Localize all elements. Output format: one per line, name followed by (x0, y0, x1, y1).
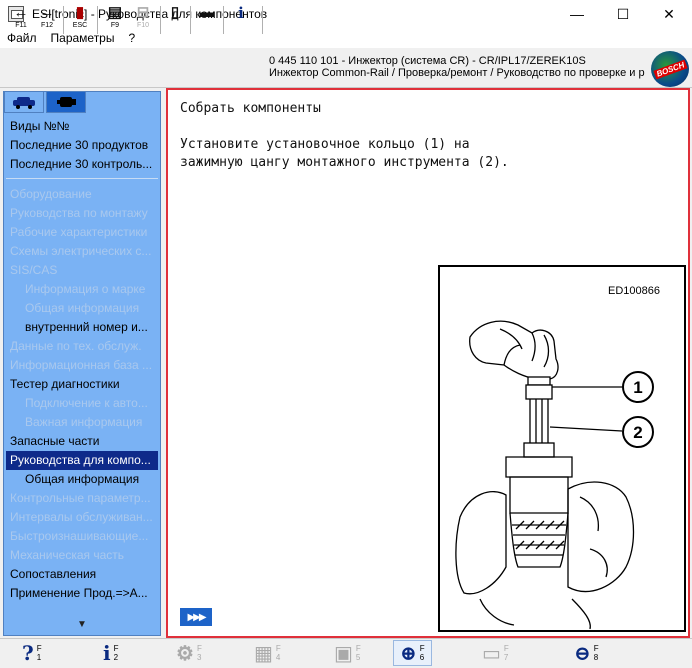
forward-button[interactable]: → F12 (36, 4, 58, 36)
sidebar-tabs (4, 91, 86, 113)
sidebar-item[interactable]: SIS/CAS (6, 261, 158, 280)
close-button[interactable]: ✕ (646, 0, 692, 28)
back-button[interactable]: ← F11 (10, 4, 32, 36)
document-icon: ▯ (170, 4, 180, 21)
f7-key-button[interactable]: ▭ F 7 (482, 640, 509, 666)
info-button[interactable]: i (232, 4, 250, 36)
info-icon: i (238, 4, 244, 22)
sidebar-item[interactable]: Последние 30 контроль... (6, 155, 158, 174)
f7-key-icon: ▭ (482, 641, 501, 665)
content-pane: Собрать компоненты Установите установочн… (166, 88, 690, 638)
sidebar-item[interactable]: Контрольные параметр... (6, 489, 158, 508)
sidebar-item[interactable]: внутренний номер и... (6, 318, 158, 337)
function-key-label: F 2 (113, 644, 119, 662)
instruction-text: Собрать компоненты Установите установочн… (180, 100, 509, 172)
document-button[interactable]: ▯ (165, 4, 185, 36)
sidebar-item[interactable]: Данные по тех. обслуж. (6, 337, 158, 356)
bosch-f8-icon: ⊖ (574, 641, 591, 665)
help-f1-button[interactable]: ? F 1 (22, 640, 42, 666)
assembly-figure: ED100866 1 2 (438, 265, 686, 632)
sidebar-item[interactable]: Руководства для компо... (6, 451, 158, 470)
component-icon (57, 97, 76, 107)
minimize-button[interactable]: — (554, 0, 600, 28)
sidebar-item[interactable]: Схемы электрических с... (6, 242, 158, 261)
info-f2-icon: i (103, 641, 111, 665)
breadcrumb-line-1: 0 445 110 101 - Инжектор (система CR) - … (269, 55, 586, 67)
printer-icon: ▬ (199, 4, 215, 21)
sidebar-item[interactable]: Важная информация (6, 413, 158, 432)
sidebar-item[interactable]: Запасные части (6, 432, 158, 451)
f4-key-button[interactable]: ▦ F 4 (254, 640, 281, 666)
function-key-label: F 6 (419, 644, 425, 662)
sidebar-divider (6, 178, 158, 179)
print-button[interactable]: ▬ (196, 4, 218, 36)
f10-button[interactable]: ⊟ F10 (131, 4, 155, 36)
tab-components[interactable] (46, 91, 86, 113)
sidebar-item[interactable]: Общая информация (6, 299, 158, 318)
sidebar-nav: Виды №№ Последние 30 продуктов Последние… (6, 117, 158, 603)
sidebar-item[interactable]: Механическая часть (6, 546, 158, 565)
function-key-label: F 4 (275, 644, 281, 662)
toolbar-divider (97, 6, 98, 34)
f5-key-button[interactable]: ▣ F 5 (334, 640, 361, 666)
esc-button[interactable]: ▮ ESC (68, 4, 92, 36)
function-key-label: F 5 (355, 644, 361, 662)
help-f1-icon: ? (22, 641, 34, 665)
bosch-logo: BOSCH (651, 51, 689, 87)
tree-icon: ⊟ (136, 4, 150, 21)
function-key-label: F 7 (503, 644, 509, 662)
callout-1: 1 (633, 378, 642, 397)
bosch-logo-text: BOSCH (652, 59, 687, 79)
f4-key-icon: ▦ (254, 641, 273, 665)
sidebar-item[interactable]: Руководства по монтажу (6, 204, 158, 223)
toolbar-divider (190, 6, 191, 34)
instruction-line-1: Установите установочное кольцо (1) на (180, 137, 470, 152)
function-key-label: F 1 (36, 644, 42, 662)
arrow-right-icon: → (39, 4, 55, 21)
info-f2-button[interactable]: iF 2 (103, 640, 119, 666)
sidebar-item[interactable]: Интервалы обслуживан... (6, 508, 158, 527)
exit-icon: ▮ (75, 4, 85, 21)
assembly-illustration: 1 2 (455, 320, 654, 630)
sidebar-item[interactable]: Общая информация (6, 470, 158, 489)
sidebar-item[interactable]: Быстроизнашивающие... (6, 527, 158, 546)
sidebar-item[interactable]: Виды №№ (6, 117, 158, 136)
function-key-label: F 3 (196, 644, 202, 662)
car-icon (13, 97, 35, 109)
sidebar-item[interactable]: Применение Прод.=>А... (6, 584, 158, 603)
toolbar-divider (223, 6, 224, 34)
sidebar-item[interactable]: Последние 30 продуктов (6, 136, 158, 155)
breadcrumb: 0 445 110 101 - Инжектор (система CR) - … (269, 55, 645, 79)
bosch-f8-button[interactable]: ⊖ F 8 (574, 640, 599, 666)
double-arrow-right-icon: ▶▶▶ (187, 611, 206, 623)
maximize-button[interactable]: ☐ (600, 0, 646, 28)
callout-2: 2 (633, 423, 642, 442)
sidebar-scroll-down[interactable]: ▼ (3, 614, 161, 634)
instruction-heading: Собрать компоненты (180, 101, 321, 116)
sidebar-item[interactable]: Оборудование (6, 185, 158, 204)
f3-key-button[interactable]: ⚙ F 3 (176, 640, 202, 666)
sidebar-item[interactable]: Сопоставления (6, 565, 158, 584)
toolbar-divider (262, 6, 263, 34)
f5-key-icon: ▣ (334, 641, 353, 665)
sidebar-item[interactable]: Подключение к авто... (6, 394, 158, 413)
next-page-button[interactable]: ▶▶▶ (180, 608, 212, 626)
toolbar-divider (160, 6, 161, 34)
arrow-left-icon: ← (13, 4, 29, 21)
breadcrumb-line-2: Инжектор Common-Rail / Проверка/ремонт /… (269, 67, 645, 79)
f9-button[interactable]: ▤ F9 (103, 4, 127, 36)
sidebar-item[interactable]: Рабочие характеристики (6, 223, 158, 242)
zoom-f6-button[interactable]: ⊕ F 6 (393, 640, 432, 666)
toolbar-divider (63, 6, 64, 34)
f3-key-icon: ⚙ (176, 641, 194, 665)
function-key-label: F 8 (593, 644, 599, 662)
chevron-down-icon: ▼ (77, 618, 87, 630)
zoom-f6-icon: ⊕ (400, 641, 417, 665)
tab-vehicle[interactable] (4, 91, 44, 113)
list-icon: ▤ (107, 4, 123, 21)
instruction-line-2: зажимную цангу монтажного инструмента (2… (180, 155, 509, 170)
sidebar-item[interactable]: Информация о марке (6, 280, 158, 299)
sidebar-item[interactable]: Информационная база ... (6, 356, 158, 375)
sidebar-item[interactable]: Тестер диагностики (6, 375, 158, 394)
